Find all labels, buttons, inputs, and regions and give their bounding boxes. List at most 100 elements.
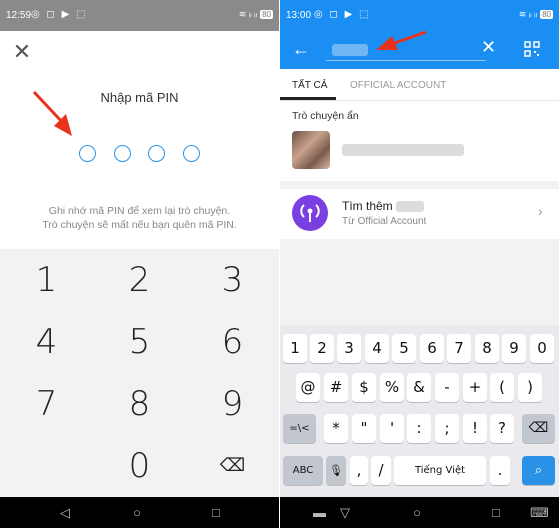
nav-keyboard-hide-icon[interactable]: ▬	[313, 505, 326, 520]
search-tabs: TẤT CẢ OFFICIAL ACCOUNT	[280, 69, 559, 101]
blurred-query	[332, 44, 368, 56]
pin-keypad: 1 2 3 4 5 6 7 8 9 0 ⌫	[0, 249, 279, 497]
status-time: 12:59	[6, 10, 32, 21]
close-icon[interactable]: ✕	[12, 41, 32, 63]
pin-hint-line1: Ghi nhớ mã PIN để xem lại trò chuyện.	[48, 205, 231, 217]
clear-icon[interactable]: ✕	[481, 37, 496, 58]
empty-area	[280, 239, 559, 325]
kb-key-ampersand[interactable]: &	[407, 373, 431, 402]
key-8[interactable]: 8	[93, 373, 186, 435]
pin-digit-3	[148, 145, 165, 162]
signal-icons: ≋ ᵢₗ ᵢₗ 80	[518, 9, 553, 19]
key-6[interactable]: 6	[186, 311, 279, 373]
kb-key-squote[interactable]: '	[380, 414, 404, 443]
qr-code-icon[interactable]	[524, 41, 540, 57]
left-phone-screen: 12:59 ◎ ◻ ▶ ⬚ ≋ ᵢₗ ᵢₗ 80 ✕ Nhập mã PIN Gh…	[0, 0, 279, 528]
kb-key-colon[interactable]: :	[407, 414, 431, 443]
key-9[interactable]: 9	[186, 373, 279, 435]
kb-key-comma[interactable]: ,	[350, 456, 368, 485]
kb-key-7[interactable]: 7	[447, 334, 471, 363]
broadcast-icon	[292, 195, 328, 231]
kb-key-rparen[interactable]: )	[518, 373, 542, 402]
kb-search-icon[interactable]: ⌕	[522, 456, 555, 485]
blurred-name	[342, 144, 464, 156]
kb-key-8[interactable]: 8	[475, 334, 499, 363]
status-bar: 12:59 ◎ ◻ ▶ ⬚ ≋ ᵢₗ ᵢₗ 80	[0, 0, 279, 31]
nav-recent-icon[interactable]: □	[212, 505, 220, 520]
nav-home-icon[interactable]: ○	[413, 505, 421, 520]
kb-key-4[interactable]: 4	[365, 334, 389, 363]
kb-key-slash[interactable]: /	[371, 456, 391, 485]
kb-key-lparen[interactable]: (	[490, 373, 514, 402]
active-tab-indicator	[280, 97, 336, 100]
kb-key-plus[interactable]: +	[463, 373, 487, 402]
blurred-query	[396, 201, 425, 212]
annotation-arrow	[32, 90, 72, 136]
key-5[interactable]: 5	[93, 311, 186, 373]
backspace-icon[interactable]: ⌫	[186, 435, 279, 497]
kb-key-minus[interactable]: -	[435, 373, 459, 402]
avatar	[292, 131, 330, 169]
kb-key-dquote[interactable]: "	[352, 414, 376, 443]
key-4[interactable]: 4	[0, 311, 93, 373]
kb-space-key[interactable]: Tiếng Việt	[394, 456, 486, 485]
kb-key-period[interactable]: .	[490, 456, 510, 485]
key-0[interactable]: 0	[93, 435, 186, 497]
tab-all[interactable]: TẤT CẢ	[292, 80, 327, 91]
pin-hint-line2: Trò chuyện sẽ mất nếu bạn quên mã PIN.	[42, 219, 237, 231]
pin-hint: Ghi nhớ mã PIN để xem lại trò chuyện. Tr…	[0, 204, 279, 232]
section-divider	[280, 181, 559, 189]
signal-icons: ≋ ᵢₗ ᵢₗ 80	[238, 9, 273, 19]
find-more-label: Tìm thêm	[342, 199, 425, 213]
status-bar: 13:00 ◎ ◻ ▶ ⬚ ≋ ᵢₗ ᵢₗ 80	[280, 0, 559, 31]
nav-bar: ◁ ○ □	[0, 497, 279, 528]
battery-icon: 80	[260, 10, 273, 19]
kb-key-2[interactable]: 2	[310, 334, 334, 363]
right-phone-screen: 13:00 ◎ ◻ ▶ ⬚ ≋ ᵢₗ ᵢₗ 80 ← ✕ TẤT CẢ OFFIC…	[280, 0, 559, 528]
key-7[interactable]: 7	[0, 373, 93, 435]
battery-icon: 80	[540, 10, 553, 19]
nav-home-icon[interactable]: ○	[133, 505, 141, 520]
kb-key-0[interactable]: 0	[530, 334, 554, 363]
kb-key-exclaim[interactable]: !	[463, 414, 487, 443]
kb-key-at[interactable]: @	[296, 373, 320, 402]
key-1[interactable]: 1	[0, 249, 93, 311]
pin-digit-4	[183, 145, 200, 162]
kb-symbols-toggle[interactable]: =\<	[283, 414, 316, 443]
kb-abc-key[interactable]: ABC	[283, 456, 323, 485]
key-3[interactable]: 3	[186, 249, 279, 311]
kb-key-6[interactable]: 6	[420, 334, 444, 363]
tab-official-account[interactable]: OFFICIAL ACCOUNT	[350, 80, 446, 91]
kb-key-question[interactable]: ?	[490, 414, 514, 443]
kb-key-semicolon[interactable]: ;	[435, 414, 459, 443]
keyboard: 1 2 3 4 5 6 7 8 9 0 @ # $ % & - + ( ) =\…	[280, 325, 559, 497]
hidden-chat-result[interactable]	[280, 125, 559, 175]
kb-key-asterisk[interactable]: *	[324, 414, 348, 443]
notification-icons: ◎ ◻ ▶ ⬚	[31, 9, 88, 20]
kb-key-9[interactable]: 9	[502, 334, 526, 363]
kb-key-3[interactable]: 3	[337, 334, 361, 363]
pin-digit-2	[114, 145, 131, 162]
kb-key-dollar[interactable]: $	[352, 373, 376, 402]
official-account-subtitle: Từ Official Account	[342, 216, 427, 227]
nav-back-icon[interactable]: ◁	[60, 505, 70, 521]
annotation-arrow	[376, 30, 427, 50]
back-arrow-icon[interactable]: ←	[292, 39, 310, 60]
section-label: Trò chuyện ẩn	[292, 110, 359, 122]
nav-keyboard-icon[interactable]: ⌨	[530, 505, 549, 521]
kb-key-hash[interactable]: #	[324, 373, 348, 402]
status-time: 13:00	[286, 10, 312, 21]
kb-backspace-icon[interactable]: ⌫	[522, 414, 555, 443]
kb-key-1[interactable]: 1	[283, 334, 307, 363]
notification-icons: ◎ ◻ ▶ ⬚	[314, 9, 371, 20]
nav-recent-icon[interactable]: □	[492, 505, 500, 520]
chevron-right-icon: ›	[538, 203, 543, 219]
key-2[interactable]: 2	[93, 249, 186, 311]
kb-key-percent[interactable]: %	[380, 373, 404, 402]
pin-digit-1	[79, 145, 96, 162]
kb-mic-icon[interactable]: 🎙	[326, 456, 346, 485]
kb-key-5[interactable]: 5	[392, 334, 416, 363]
nav-back-icon[interactable]: ▽	[340, 505, 350, 521]
nav-bar: ▬ ▽ ○ □ ⌨	[280, 497, 559, 528]
find-more-row[interactable]: Tìm thêm Từ Official Account ›	[280, 189, 559, 239]
